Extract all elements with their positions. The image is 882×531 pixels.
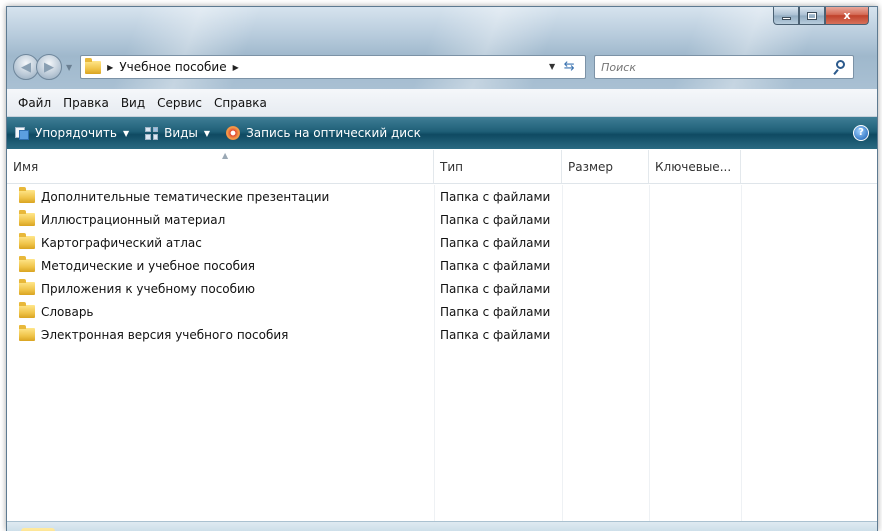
forward-button[interactable]: ▶	[36, 54, 62, 80]
file-type: Папка с файлами	[440, 212, 551, 227]
file-type: Папка с файлами	[440, 189, 551, 204]
folder-icon	[19, 302, 35, 318]
views-icon	[145, 126, 159, 140]
forward-arrow-icon: ▶	[44, 59, 54, 75]
address-bar[interactable]: ▶ Учебное пособие ▶ ▼ ⇆	[80, 55, 587, 79]
menu-tools[interactable]: Сервис	[151, 93, 208, 113]
column-keywords-label: Ключевые...	[655, 159, 732, 174]
column-header-filler	[741, 150, 877, 183]
folder-icon	[85, 57, 102, 74]
close-icon: x	[843, 9, 851, 22]
close-button[interactable]: x	[825, 7, 869, 25]
file-name: Картографический атлас	[41, 235, 202, 250]
folder-icon	[19, 279, 35, 295]
column-headers: Имя ▲ Тип Размер Ключевые...	[7, 150, 877, 184]
burn-disc-icon	[226, 126, 241, 140]
file-type: Папка с файлами	[440, 235, 551, 250]
column-size-label: Размер	[568, 159, 614, 174]
organize-icon	[15, 126, 29, 140]
maximize-icon	[807, 11, 817, 20]
column-header-keywords[interactable]: Ключевые...	[649, 150, 741, 183]
chevron-down-icon: ▼	[122, 128, 130, 138]
file-name: Приложения к учебному пособию	[41, 281, 255, 296]
organize-button[interactable]: Упорядочить ▼	[15, 126, 129, 140]
file-type: Папка с файлами	[440, 327, 551, 342]
file-name: Методические и учебное пособия	[41, 258, 255, 273]
column-header-type[interactable]: Тип	[434, 150, 562, 183]
search-icon[interactable]	[833, 59, 848, 75]
sort-ascending-icon: ▲	[222, 151, 229, 160]
breadcrumb-arrow-icon[interactable]: ▶	[107, 63, 113, 72]
folder-icon	[19, 210, 35, 226]
file-name: Электронная версия учебного пособия	[41, 327, 289, 342]
list-item[interactable]: Картографический атлас Папка с файлами	[7, 231, 877, 254]
folder-icon	[19, 233, 35, 249]
file-name: Иллюстрационный материал	[41, 212, 226, 227]
burn-disc-label: Запись на оптический диск	[246, 126, 421, 140]
file-type: Папка с файлами	[440, 281, 551, 296]
title-bar: x ◀ ▶ ▼ ▶ Учебное пособие ▶ ▼ ⇆	[7, 7, 877, 89]
menu-edit[interactable]: Правка	[57, 93, 115, 113]
back-arrow-icon: ◀	[21, 59, 31, 75]
explorer-window: x ◀ ▶ ▼ ▶ Учебное пособие ▶ ▼ ⇆ Поиск Фа…	[6, 6, 878, 531]
column-name-label: Имя	[13, 159, 39, 174]
details-pane	[7, 521, 877, 531]
caption-buttons: x	[773, 7, 869, 25]
file-name: Словарь	[41, 304, 94, 319]
menu-bar: Файл Правка Вид Сервис Справка	[7, 89, 877, 117]
column-header-size[interactable]: Размер	[562, 150, 649, 183]
folder-icon	[19, 256, 35, 272]
views-button[interactable]: Виды ▼	[145, 126, 210, 140]
organize-label: Упорядочить	[35, 126, 117, 140]
list-item[interactable]: Дополнительные тематические презентации …	[7, 185, 877, 208]
list-item[interactable]: Иллюстрационный материал Папка с файлами	[7, 208, 877, 231]
menu-file[interactable]: Файл	[12, 93, 57, 113]
list-item[interactable]: Словарь Папка с файлами	[7, 300, 877, 323]
breadcrumb-arrow-icon[interactable]: ▶	[233, 63, 239, 72]
minimize-button[interactable]	[773, 7, 799, 25]
list-item[interactable]: Приложения к учебному пособию Папка с фа…	[7, 277, 877, 300]
recent-pages-dropdown[interactable]: ▼	[66, 63, 72, 72]
maximize-button[interactable]	[799, 7, 825, 25]
menu-view[interactable]: Вид	[115, 93, 151, 113]
search-input[interactable]	[601, 60, 802, 74]
navigation-bar: ◀ ▶ ▼ ▶ Учебное пособие ▶ ▼ ⇆	[13, 53, 873, 81]
list-item[interactable]: Методические и учебное пособия Папка с ф…	[7, 254, 877, 277]
minimize-icon	[781, 17, 791, 20]
address-dropdown-icon[interactable]: ▼	[549, 62, 555, 71]
chevron-down-icon: ▼	[203, 128, 211, 138]
file-list: Дополнительные тематические презентации …	[7, 185, 877, 525]
command-bar: Упорядочить ▼ Виды ▼ Запись на оптически…	[7, 117, 877, 149]
search-box[interactable]	[594, 55, 855, 79]
views-label: Виды	[164, 126, 198, 140]
list-item[interactable]: Электронная версия учебного пособия Папк…	[7, 323, 877, 346]
menu-help[interactable]: Справка	[208, 93, 273, 113]
column-header-name[interactable]: Имя ▲	[7, 150, 434, 183]
folder-icon	[19, 187, 35, 203]
file-type: Папка с файлами	[440, 258, 551, 273]
burn-disc-button[interactable]: Запись на оптический диск	[226, 126, 421, 140]
folder-icon	[19, 325, 35, 341]
file-name: Дополнительные тематические презентации	[41, 189, 330, 204]
help-icon[interactable]: ?	[853, 125, 869, 141]
file-type: Папка с файлами	[440, 304, 551, 319]
column-type-label: Тип	[440, 159, 463, 174]
refresh-icon[interactable]: ⇆	[559, 58, 579, 76]
breadcrumb-item[interactable]: Учебное пособие	[119, 60, 226, 74]
